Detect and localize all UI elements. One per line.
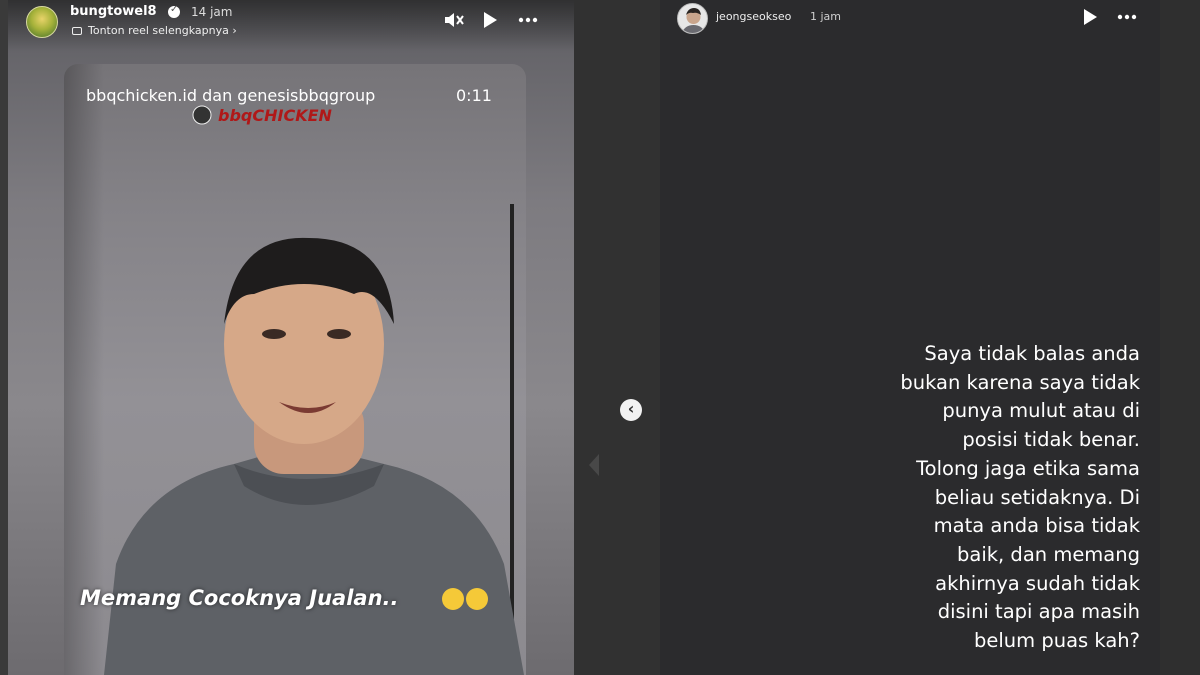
mute-icon[interactable] xyxy=(442,8,466,32)
story-text-line: Tolong jaga etika sama xyxy=(916,456,1140,480)
story-text: Saya tidak balas anda bukan karena saya … xyxy=(840,340,1140,656)
post-time: 1 jam xyxy=(810,10,842,23)
reel-icon xyxy=(72,27,82,35)
avatar[interactable] xyxy=(26,6,58,38)
avatar[interactable] xyxy=(677,3,708,34)
wink-emoji-icon xyxy=(466,588,488,610)
play-icon[interactable] xyxy=(478,8,502,32)
story-right[interactable]: jeongseokseo 1 jam Saya tidak balas anda… xyxy=(660,0,1160,675)
reel-credit: bbqchicken.id dan genesisbbqgroup xyxy=(86,86,376,105)
brand-logo-text: bbqCHICKEN xyxy=(218,106,333,125)
stories-gap xyxy=(574,0,660,675)
more-icon[interactable] xyxy=(1115,5,1139,29)
story-text-line: belum puas kah? xyxy=(974,629,1140,653)
story-text-line: Saya tidak balas anda xyxy=(924,342,1140,365)
more-icon[interactable] xyxy=(516,8,540,32)
reel-link-label: Tonton reel selengkapnya xyxy=(88,24,229,37)
reel-duration: 0:11 xyxy=(456,86,492,105)
story-text-line: posisi tidak benar. xyxy=(962,428,1140,452)
wall-shadow xyxy=(64,64,104,675)
play-icon[interactable] xyxy=(1078,5,1102,29)
brand-logo: bbqCHICKEN xyxy=(192,105,333,125)
story-text-line: punya mulut atau di xyxy=(942,399,1140,423)
story-text-line: akhirnya sudah tidak xyxy=(935,571,1140,595)
watch-full-reel-link[interactable]: Tonton reel selengkapnya › xyxy=(72,24,237,37)
chevron-right-icon: › xyxy=(228,24,237,37)
story-text-line: baik, dan memang xyxy=(957,542,1140,566)
story-text-line: beliau setidaknya. Di xyxy=(934,485,1140,509)
story-text-line: mata anda bisa tidak xyxy=(933,514,1140,538)
username[interactable]: bungtowel8 xyxy=(70,4,157,19)
reel-caption: Memang Cocoknya Jualan.. xyxy=(80,586,399,610)
story-left[interactable]: bungtowel8 14 jam Tonton reel selengkapn… xyxy=(8,0,574,675)
story-text-line: bukan karena saya tidak xyxy=(900,370,1140,394)
left-edge xyxy=(0,0,8,675)
right-edge xyxy=(1160,0,1200,675)
chevron-left-icon[interactable]: ‹ xyxy=(620,399,642,421)
username[interactable]: jeongseokseo xyxy=(716,10,791,23)
verified-badge-icon xyxy=(168,4,180,18)
grimace-emoji-icon xyxy=(442,588,464,610)
post-time: 14 jam xyxy=(191,5,233,19)
story-text-line: disini tapi apa masih xyxy=(937,600,1140,624)
embedded-reel[interactable]: bbqchicken.id dan genesisbbqgroup 0:11 b… xyxy=(64,64,526,675)
